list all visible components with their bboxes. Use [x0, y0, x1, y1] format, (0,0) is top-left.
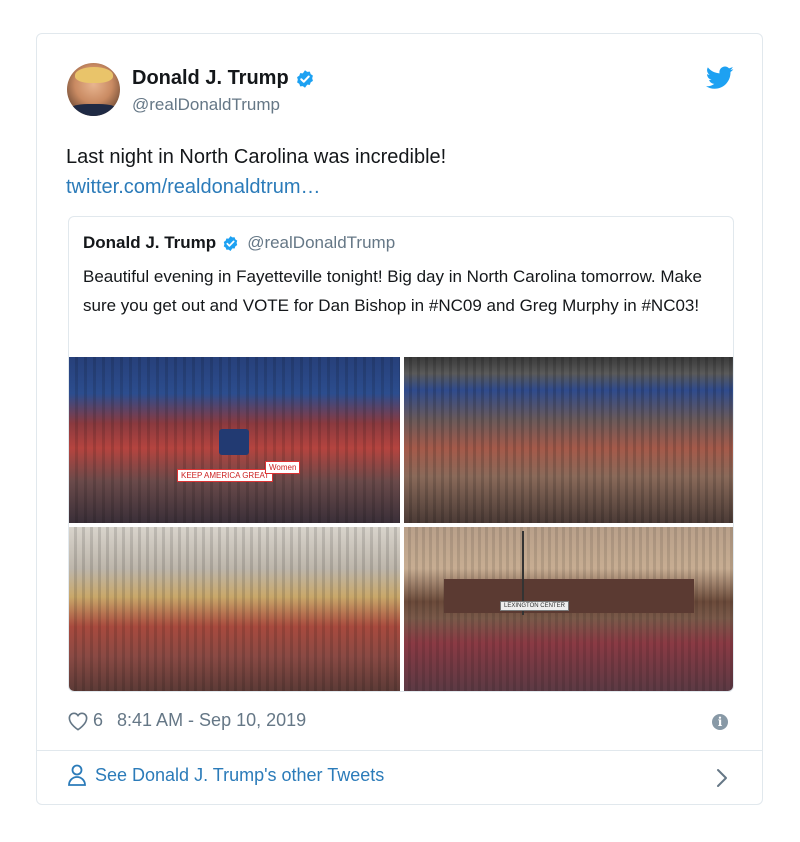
author-name[interactable]: Donald J. Trump: [132, 67, 289, 90]
arena-building: [444, 579, 694, 613]
tweet-text: Last night in North Carolina was incredi…: [66, 146, 447, 168]
quoted-author-name: Donald J. Trump: [83, 233, 217, 252]
quoted-tweet-header: Donald J. Trump @realDonaldTrump: [83, 233, 395, 253]
see-other-tweets-link[interactable]: See Donald J. Trump's other Tweets: [67, 764, 384, 786]
verified-badge-icon: [296, 69, 313, 88]
person-icon: [68, 764, 86, 786]
avatar-suit: [67, 104, 120, 116]
embedded-tweet-card[interactable]: Donald J. Trump @realDonaldTrump Last ni…: [36, 33, 763, 805]
quoted-tweet[interactable]: Donald J. Trump @realDonaldTrump Beautif…: [68, 216, 734, 692]
tweet-link[interactable]: twitter.com/realdonaldtrum…: [66, 172, 321, 202]
rally-sign: KEEP AMERICA GREAT: [177, 469, 274, 482]
like-count[interactable]: 6: [93, 710, 103, 731]
tweet-timestamp[interactable]: 8:41 AM - Sep 10, 2019: [117, 710, 306, 731]
arena-banner: LEXINGTON CENTER: [500, 601, 569, 611]
rally-photo-arena[interactable]: [69, 527, 400, 691]
quoted-author-handle: @realDonaldTrump: [247, 233, 396, 252]
heart-icon[interactable]: [67, 711, 89, 731]
info-icon[interactable]: i: [712, 714, 728, 730]
tweet-meta: 6 8:41 AM - Sep 10, 2019: [67, 710, 306, 731]
avatar-hair: [75, 67, 113, 83]
see-other-tweets-label[interactable]: See Donald J. Trump's other Tweets: [95, 765, 384, 786]
author-name-row[interactable]: Donald J. Trump: [132, 67, 315, 90]
rally-photo-crowd[interactable]: [404, 357, 733, 523]
author-handle[interactable]: @realDonaldTrump: [132, 95, 280, 115]
rally-sign: Women: [265, 461, 301, 474]
verified-badge-icon: [223, 235, 238, 251]
chevron-right-icon[interactable]: [716, 768, 728, 788]
author-avatar[interactable]: [67, 63, 120, 116]
podium: [219, 429, 249, 455]
twitter-bird-icon[interactable]: [706, 66, 734, 90]
rally-photo-stage[interactable]: KEEP AMERICA GREAT Women: [69, 357, 400, 523]
footer-divider: [37, 750, 762, 751]
photo-grid: KEEP AMERICA GREAT Women LEXINGTON CENTE…: [69, 357, 733, 691]
rally-photo-outdoor[interactable]: LEXINGTON CENTER: [404, 527, 733, 691]
quoted-tweet-text: Beautiful evening in Fayetteville tonigh…: [83, 267, 702, 315]
